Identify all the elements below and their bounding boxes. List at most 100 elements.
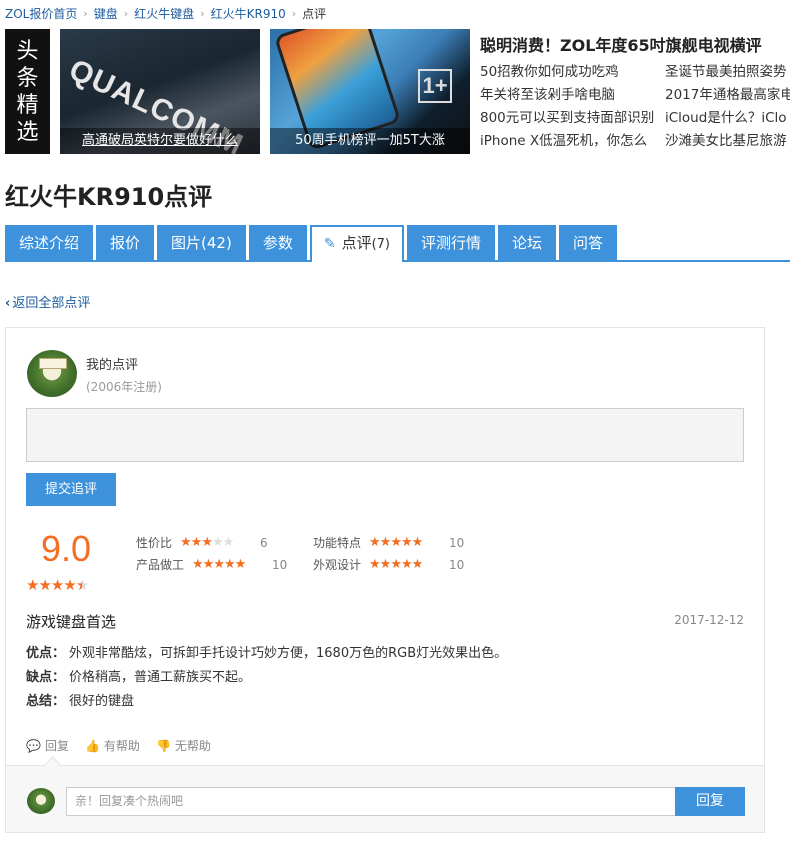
my-review-label: 我的点评 <box>86 358 139 373</box>
avatar[interactable] <box>27 350 77 397</box>
news-link[interactable]: 50招教你如何成功吃鸡 <box>480 61 665 84</box>
reply-box: 亲！回复凑个热闹吧 回复 <box>6 765 764 832</box>
star-rating: ★★★★★ <box>369 557 447 572</box>
reply-action[interactable]: 💬 回复 <box>26 737 69 754</box>
rating-features: 功能特点 ★★★★★ 10 <box>313 534 464 551</box>
star-icon: ★★★ <box>180 535 213 550</box>
chevron-right-icon: › <box>291 6 297 20</box>
news-panel: 聪明消费！ZOL年度65吋旗舰电视横评 50招教你如何成功吃鸡 圣诞节最美拍照姿… <box>480 33 790 153</box>
news-link[interactable]: 沙滩美女比基尼旅游 <box>665 130 790 153</box>
news-link[interactable]: 年关将至该剁手啥电脑 <box>480 84 665 107</box>
breadcrumb: ZOL报价首页 › 键盘 › 红火牛键盘 › 红火牛KR910 › 点评 <box>5 4 326 22</box>
star-rating: ★★★★★ <box>369 535 447 550</box>
breadcrumb-home-link[interactable]: ZOL报价首页 <box>5 5 77 22</box>
star-icon: ★ <box>50 576 64 594</box>
star-icon: ★ <box>38 576 51 594</box>
breadcrumb-brand-link[interactable]: 红火牛键盘 <box>134 5 194 22</box>
news-link[interactable]: 800元可以买到支持面部识别 <box>480 107 665 130</box>
review-cons: 缺点： 价格稍高，普通工薪族买不起。 <box>26 666 251 685</box>
tab-specs[interactable]: 参数 <box>248 225 307 260</box>
reply-action-label: 回复 <box>44 739 69 753</box>
follow-up-review-input[interactable] <box>26 408 744 462</box>
comment-icon: 💬 <box>26 738 41 753</box>
reply-button[interactable]: 回复 <box>675 787 745 816</box>
review-actions: 💬 回复 👍 有帮助 👎 无帮助 <box>26 737 227 754</box>
news-list: 50招教你如何成功吃鸡 圣诞节最美拍照姿势 年关将至该剁手啥电脑 2017年通格… <box>480 61 790 153</box>
pen-icon: ✎ <box>323 236 336 252</box>
back-link-label: 返回全部点评 <box>12 296 91 311</box>
helpful-action[interactable]: 👍 有帮助 <box>85 737 140 754</box>
chevron-right-icon: › <box>200 6 205 20</box>
thumbnail-caption[interactable]: 高通破局英特尔要做好什么 <box>60 128 260 154</box>
chevron-right-icon: › <box>83 6 88 20</box>
oneplus-logo: 1+ <box>418 69 452 103</box>
breadcrumb-current: 点评 <box>302 6 327 21</box>
tab-forum[interactable]: 论坛 <box>498 225 557 260</box>
chevron-left-icon: ‹ <box>5 296 11 311</box>
breadcrumb-keyboard-link[interactable]: 键盘 <box>94 5 118 22</box>
rating-label: 性价比 <box>136 536 173 550</box>
avatar <box>27 788 55 814</box>
review-date: 2017-12-12 <box>674 613 744 627</box>
rating-value: 10 <box>449 557 465 572</box>
tab-evaluation[interactable]: 评测行情 <box>407 225 496 260</box>
registration-year: (2006年注册) <box>86 380 162 394</box>
unhelpful-action-label: 无帮助 <box>174 739 211 753</box>
summary-text: 很好的键盘 <box>69 694 135 709</box>
news-link[interactable]: iPhone X低温死机，你怎么 <box>480 130 665 153</box>
tab-images[interactable]: 图片(42) <box>157 225 246 260</box>
news-link[interactable]: 圣诞节最美拍照姿势 <box>665 61 790 84</box>
breadcrumb-product-link[interactable]: 红火牛KR910 <box>211 5 286 22</box>
review-pros: 优点： 外观非常酷炫，可拆卸手托设计巧妙方便，1680万色的RGB灯光效果出色。 <box>26 642 507 661</box>
product-tabs: 综述介绍 报价 图片(42) 参数 ✎ 点评(7) 评测行情 论坛 问答 <box>5 225 790 262</box>
chevron-right-icon: › <box>123 6 129 20</box>
reply-input[interactable]: 亲！回复凑个热闹吧 <box>66 787 676 816</box>
news-thumbnail-qualcomm[interactable]: QUALCOMM 高通破局英特尔要做好什么 <box>60 29 260 154</box>
rating-value-for-money: 性价比 ★★★★★ 6 <box>136 534 268 551</box>
star-icon: ★ <box>63 576 76 594</box>
pros-text: 外观非常酷炫，可拆卸手托设计巧妙方便，1680万色的RGB灯光效果出色。 <box>69 646 508 661</box>
thumbs-down-icon: 👎 <box>155 738 171 753</box>
headline-char: 条 <box>16 65 39 91</box>
star-icon: ★★★★★ <box>369 535 423 550</box>
rating-label: 外观设计 <box>313 558 362 572</box>
pros-label: 优点： <box>26 646 66 661</box>
empty-star-icon: ★★ <box>211 535 234 550</box>
rating-value: 10 <box>449 535 465 550</box>
news-thumbnail-oneplus[interactable]: 1+ 50周手机榜评一加5T大涨 <box>270 29 470 154</box>
star-rating: ★★★★★ <box>192 557 270 572</box>
rating-value: 6 <box>260 535 268 550</box>
back-to-reviews-link[interactable]: ‹ 返回全部点评 <box>5 292 90 311</box>
rating-value: 10 <box>272 557 288 572</box>
star-rating: ★★★★★ <box>180 535 258 550</box>
overall-star-rating: ★★★★★ <box>26 576 89 594</box>
tab-qa[interactable]: 问答 <box>559 225 618 260</box>
tab-overview[interactable]: 综述介绍 <box>5 225 94 260</box>
headline-badge: 头 条 精 选 <box>5 29 50 154</box>
rating-label: 产品做工 <box>136 558 185 572</box>
tab-reviews-count: (7) <box>371 237 391 252</box>
thumbnail-caption[interactable]: 50周手机榜评一加5T大涨 <box>270 128 470 154</box>
rating-appearance: 外观设计 ★★★★★ 10 <box>313 556 464 573</box>
half-star-icon: ★ <box>75 576 89 594</box>
overall-score: 9.0 <box>41 528 92 569</box>
news-link[interactable]: 2017年通格最高家电 <box>665 84 790 107</box>
rating-label: 功能特点 <box>313 536 362 550</box>
tab-reviews-label: 点评 <box>341 234 372 252</box>
news-headline-link[interactable]: 聪明消费！ZOL年度65吋旗舰电视横评 <box>480 33 790 59</box>
news-link[interactable]: iCloud是什么？iClo <box>665 107 790 130</box>
helpful-action-label: 有帮助 <box>103 739 140 753</box>
review-card: 我的点评 (2006年注册) 提交追评 9.0 ★★★★★ 性价比 ★★★★★ … <box>5 327 765 833</box>
unhelpful-action[interactable]: 👎 无帮助 <box>156 737 211 754</box>
submit-follow-up-button[interactable]: 提交追评 <box>26 473 116 506</box>
star-icon: ★★★★★ <box>192 557 246 572</box>
headline-char: 选 <box>16 119 39 145</box>
summary-label: 总结： <box>26 694 66 709</box>
rating-build-quality: 产品做工 ★★★★★ 10 <box>136 556 287 573</box>
tab-price[interactable]: 报价 <box>96 225 155 260</box>
star-icon: ★★★★★ <box>369 557 423 572</box>
headline-char: 精 <box>16 92 39 118</box>
thumbs-up-icon: 👍 <box>84 738 100 753</box>
tab-reviews[interactable]: ✎ 点评(7) <box>309 225 405 262</box>
headline-char: 头 <box>16 38 39 64</box>
